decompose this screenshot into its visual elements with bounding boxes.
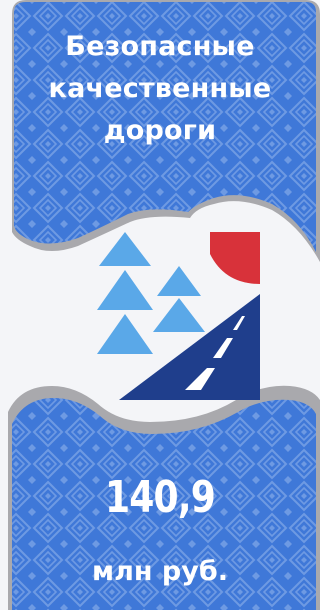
project-card: Безопасные качественные дороги 140,9 млн…: [0, 0, 320, 610]
sun-icon: [210, 232, 260, 284]
title-line-3: дороги: [103, 115, 217, 146]
fir-tree-right-icon: [157, 266, 201, 296]
fir-tree-left-icon: [99, 232, 151, 266]
fir-tree-left-bottom-icon: [97, 314, 153, 354]
fir-tree-left-middle-icon: [97, 270, 153, 310]
fir-tree-right-bottom-icon: [153, 298, 205, 332]
title-line-2: качественные: [48, 73, 272, 104]
budget-unit: млн руб.: [92, 556, 228, 587]
title: Безопасные качественные дороги: [12, 26, 308, 152]
road-and-fir-trees-logo-icon: [97, 232, 260, 400]
budget-amount: 140,9: [104, 472, 216, 523]
title-line-1: Безопасные: [65, 31, 255, 62]
